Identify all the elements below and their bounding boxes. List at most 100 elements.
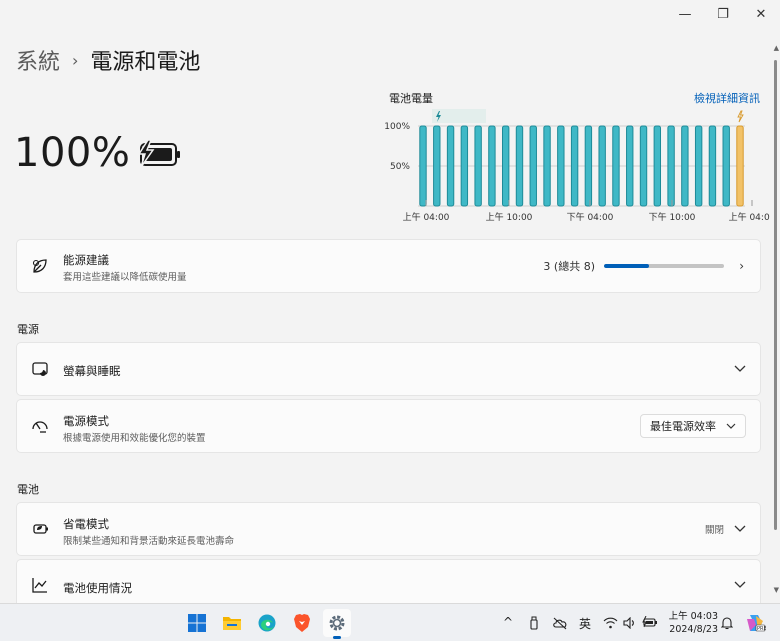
scroll-down-arrow[interactable]: ▼ <box>774 586 779 594</box>
power-section-label: 電源 <box>17 323 39 336</box>
close-button[interactable]: ✕ <box>742 0 780 28</box>
windows-logo-icon <box>188 614 206 632</box>
battery-usage-title: 電池使用情況 <box>63 581 132 595</box>
battery-level-chart: 100% 50% 上午 04:00 上午 10:00 下午 04:00 下午 10:00 上… <box>384 109 770 223</box>
battery-section-label: 電池 <box>17 483 39 496</box>
breadcrumb: 系統 › 電源和電池 <box>16 44 200 76</box>
chevron-down-icon <box>726 423 736 429</box>
taskbar-clock[interactable]: 上午 04:03 2024/8/23 <box>669 610 718 636</box>
chevron-down-icon <box>734 365 746 372</box>
battery-bar <box>419 125 427 207</box>
chart-title: 電池電量 <box>389 92 433 105</box>
y-tick-label: 50% <box>390 162 410 172</box>
power-mode-gauge-icon <box>32 421 48 433</box>
edge-button[interactable] <box>253 609 281 637</box>
svg-text:PRE: PRE <box>757 626 766 632</box>
y-tick-label: 100% <box>384 122 410 132</box>
leaf-icon <box>32 259 47 273</box>
battery-bar <box>694 125 703 207</box>
chevron-right-icon: › <box>739 259 744 273</box>
restore-icon: ❐ <box>717 6 729 22</box>
file-explorer-button[interactable] <box>218 609 246 637</box>
screen-sleep-icon <box>32 362 48 376</box>
battery-bar <box>570 125 579 207</box>
restore-button[interactable]: ❐ <box>704 0 742 28</box>
usb-drive-icon[interactable] <box>529 616 539 630</box>
recommendations-progress <box>604 264 724 268</box>
x-tick-label: 下午 10:00 <box>649 211 696 223</box>
energy-recommendations-title: 能源建議 <box>63 253 109 267</box>
breadcrumb-system[interactable]: 系統 <box>16 44 60 76</box>
battery-saver-title: 省電模式 <box>63 517 109 531</box>
power-mode-subtitle: 根據電源使用和效能優化您的裝置 <box>63 433 206 444</box>
settings-button[interactable] <box>323 609 351 639</box>
gear-icon <box>329 615 345 631</box>
power-mode-title: 電源模式 <box>63 414 109 428</box>
battery-bar <box>501 125 510 207</box>
battery-bar <box>639 125 648 207</box>
battery-bar <box>543 125 551 207</box>
copilot-icon[interactable]: PRE <box>744 612 766 634</box>
recommendations-progress-fill <box>604 264 649 268</box>
battery-saver-subtitle: 限制某些通知和背景活動來延長電池壽命 <box>63 536 235 547</box>
battery-bar <box>446 125 455 207</box>
battery-bar <box>433 125 441 207</box>
scrollbar-thumb[interactable] <box>774 60 777 530</box>
scroll-up-arrow[interactable]: ▲ <box>774 44 779 52</box>
screen-and-sleep-title: 螢幕與睡眠 <box>63 364 121 378</box>
battery-tray-icon[interactable] <box>642 616 658 628</box>
line-chart-icon <box>32 578 47 593</box>
clock-time: 上午 04:03 <box>668 611 718 622</box>
power-mode-selected: 最佳電源效率 <box>650 420 716 433</box>
x-tick-label: 上午 04:00 <box>403 211 450 223</box>
brave-button[interactable] <box>288 609 316 637</box>
battery-bar <box>612 125 620 207</box>
clock-date: 2024/8/23 <box>669 624 718 635</box>
screen-and-sleep-card[interactable]: 螢幕與睡眠 <box>16 342 761 396</box>
battery-bar <box>474 125 482 207</box>
ime-language-indicator[interactable]: 英 <box>579 615 591 632</box>
minimize-button[interactable]: — <box>666 0 704 28</box>
battery-bar <box>460 125 469 207</box>
battery-bar <box>598 125 606 207</box>
page-title: 電源和電池 <box>90 50 201 75</box>
battery-bar <box>626 125 634 207</box>
breadcrumb-separator: › <box>72 50 79 70</box>
battery-bar <box>515 125 524 207</box>
view-details-link[interactable]: 檢視詳細資訊 <box>694 90 760 106</box>
battery-saver-card[interactable]: 省電模式 限制某些通知和背景活動來延長電池壽命 關閉 <box>16 502 761 556</box>
cloud-offline-icon[interactable] <box>552 616 568 630</box>
battery-bar <box>488 125 496 207</box>
x-tick-label: 上午 10:00 <box>486 211 533 223</box>
minimize-icon: — <box>678 6 692 22</box>
wifi-icon[interactable] <box>603 617 618 629</box>
recommendations-count: 3 (總共 8) <box>543 260 595 273</box>
tray-overflow-chevron[interactable]: ^ <box>503 615 513 629</box>
battery-percent: 100% <box>14 130 131 176</box>
volume-icon[interactable] <box>623 617 637 629</box>
energy-recommendations-subtitle: 套用這些建議以降低碳使用量 <box>63 272 187 283</box>
battery-bar <box>708 125 717 207</box>
notification-bell-icon[interactable] <box>721 616 733 630</box>
energy-recommendations-card[interactable]: 能源建議 套用這些建議以降低碳使用量 3 (總共 8) › <box>16 239 761 293</box>
edge-icon <box>258 614 276 632</box>
start-button[interactable] <box>183 609 211 637</box>
battery-bar <box>584 125 593 207</box>
battery-charging-icon <box>137 140 180 168</box>
power-mode-dropdown[interactable]: 最佳電源效率 <box>640 414 746 438</box>
active-app-indicator <box>333 636 341 639</box>
close-icon: ✕ <box>755 6 767 22</box>
folder-icon <box>223 617 241 630</box>
battery-bar <box>667 125 675 207</box>
battery-bar <box>653 125 662 207</box>
taskbar: ^ 英 上午 04:03 2024/8/23 PRE <box>0 603 780 641</box>
x-tick-label: 下午 04:00 <box>567 211 614 223</box>
battery-bar <box>557 125 565 207</box>
x-tick-label: 上午 04:00 <box>729 211 770 223</box>
battery-saver-icon <box>33 524 48 534</box>
battery-bar <box>681 125 689 207</box>
battery-bar <box>722 125 730 207</box>
chevron-down-icon <box>734 581 746 588</box>
brave-lion-icon <box>294 614 310 632</box>
window-controls: — ❐ ✕ <box>666 0 780 30</box>
